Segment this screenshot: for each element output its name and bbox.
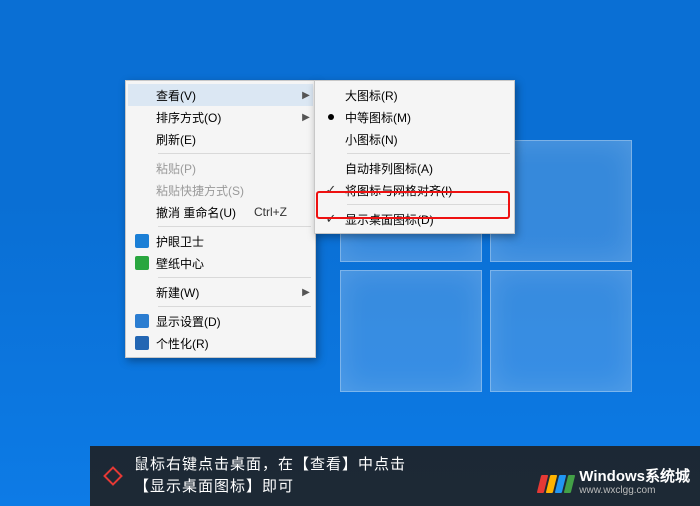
label: 壁纸中心 [156, 255, 299, 272]
menu-item-align-to-grid[interactable]: ✓ 将图标与网格对齐(I) [317, 179, 512, 201]
menu-item-medium-icons[interactable]: 中等图标(M) [317, 106, 512, 128]
label: 显示桌面图标(D) [345, 211, 498, 228]
label: 护眼卫士 [156, 233, 299, 250]
label: 粘贴快捷方式(S) [156, 182, 299, 199]
submenu-arrow-icon: ▶ [299, 90, 313, 101]
label: 个性化(R) [156, 335, 299, 352]
brand-name: Windows系统城 [579, 470, 690, 484]
separator [158, 277, 311, 278]
separator [158, 153, 311, 154]
caption-bullet-icon [103, 466, 123, 486]
label: 中等图标(M) [345, 109, 498, 126]
shortcut: Ctrl+Z [254, 205, 299, 219]
monitor-icon [135, 314, 149, 328]
windows-desktop[interactable]: 查看(V) ▶ 排序方式(O) ▶ 刷新(E) 粘贴(P) 粘贴快捷方式(S) … [0, 0, 700, 506]
label: 将图标与网格对齐(I) [345, 182, 498, 199]
label: 查看(V) [156, 87, 299, 104]
menu-item-view[interactable]: 查看(V) ▶ [128, 84, 313, 106]
label: 刷新(E) [156, 131, 299, 148]
label: 小图标(N) [345, 131, 498, 148]
label: 显示设置(D) [156, 313, 299, 330]
label: 粘贴(P) [156, 160, 299, 177]
shield-icon [135, 234, 149, 248]
checkmark-icon: ✓ [326, 211, 337, 227]
label: 新建(W) [156, 284, 299, 301]
desktop-context-menu: 查看(V) ▶ 排序方式(O) ▶ 刷新(E) 粘贴(P) 粘贴快捷方式(S) … [125, 80, 316, 358]
submenu-arrow-icon: ▶ [299, 287, 313, 298]
separator [158, 306, 311, 307]
brand-flag-icon [539, 475, 573, 493]
separator [347, 204, 510, 205]
menu-item-paste-shortcut: 粘贴快捷方式(S) [128, 179, 313, 201]
separator [158, 226, 311, 227]
menu-item-auto-arrange[interactable]: 自动排列图标(A) [317, 157, 512, 179]
checkmark-icon: ✓ [326, 182, 337, 198]
logo-pane [490, 270, 632, 392]
menu-item-personalize[interactable]: 个性化(R) [128, 332, 313, 354]
menu-item-display-settings[interactable]: 显示设置(D) [128, 310, 313, 332]
menu-item-show-desktop-icons[interactable]: ✓ 显示桌面图标(D) [317, 208, 512, 230]
menu-item-paste: 粘贴(P) [128, 157, 313, 179]
menu-item-large-icons[interactable]: 大图标(R) [317, 84, 512, 106]
caption-text: 鼠标右键点击桌面，在【查看】中点击 【显示桌面图标】即可 [134, 454, 406, 498]
menu-item-new[interactable]: 新建(W) ▶ [128, 281, 313, 303]
menu-item-wallpaper[interactable]: 壁纸中心 [128, 252, 313, 274]
watermark-brand: Windows系统城 www.wxclgg.com [539, 470, 690, 498]
separator [347, 153, 510, 154]
logo-pane [340, 270, 482, 392]
label: 撤消 重命名(U) [156, 204, 254, 221]
picture-icon [135, 256, 149, 270]
label: 大图标(R) [345, 87, 498, 104]
label: 自动排列图标(A) [345, 160, 498, 177]
caption-line: 【显示桌面图标】即可 [134, 476, 406, 498]
menu-item-small-icons[interactable]: 小图标(N) [317, 128, 512, 150]
menu-item-undo-rename[interactable]: 撤消 重命名(U) Ctrl+Z [128, 201, 313, 223]
submenu-arrow-icon: ▶ [299, 112, 313, 123]
paintbrush-icon [135, 336, 149, 350]
menu-item-sort[interactable]: 排序方式(O) ▶ [128, 106, 313, 128]
radio-bullet-icon [328, 114, 334, 120]
caption-line: 鼠标右键点击桌面，在【查看】中点击 [134, 454, 406, 476]
view-submenu: 大图标(R) 中等图标(M) 小图标(N) 自动排列图标(A) ✓ 将图标与网格… [314, 80, 515, 234]
brand-url: www.wxclgg.com [579, 484, 690, 498]
menu-item-refresh[interactable]: 刷新(E) [128, 128, 313, 150]
label: 排序方式(O) [156, 109, 299, 126]
menu-item-huyan[interactable]: 护眼卫士 [128, 230, 313, 252]
